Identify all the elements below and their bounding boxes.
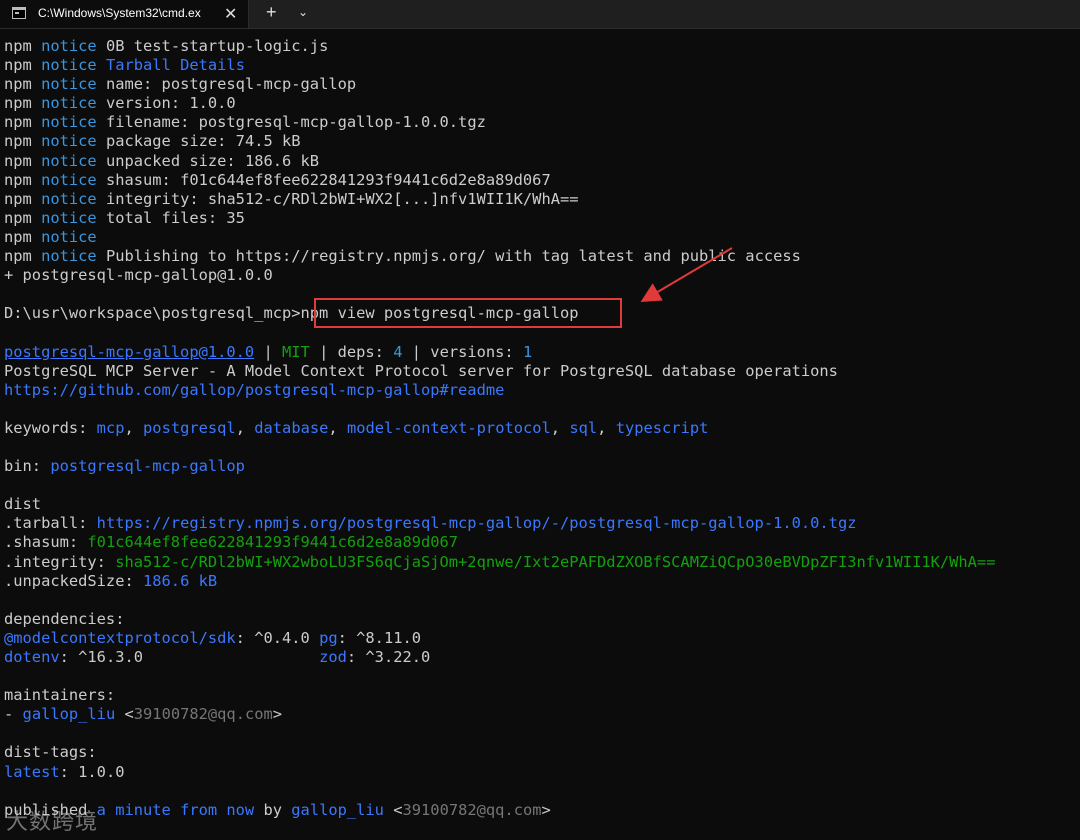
watermark: 大数跨境 — [6, 810, 99, 835]
annotation-arrow-icon — [640, 247, 733, 303]
